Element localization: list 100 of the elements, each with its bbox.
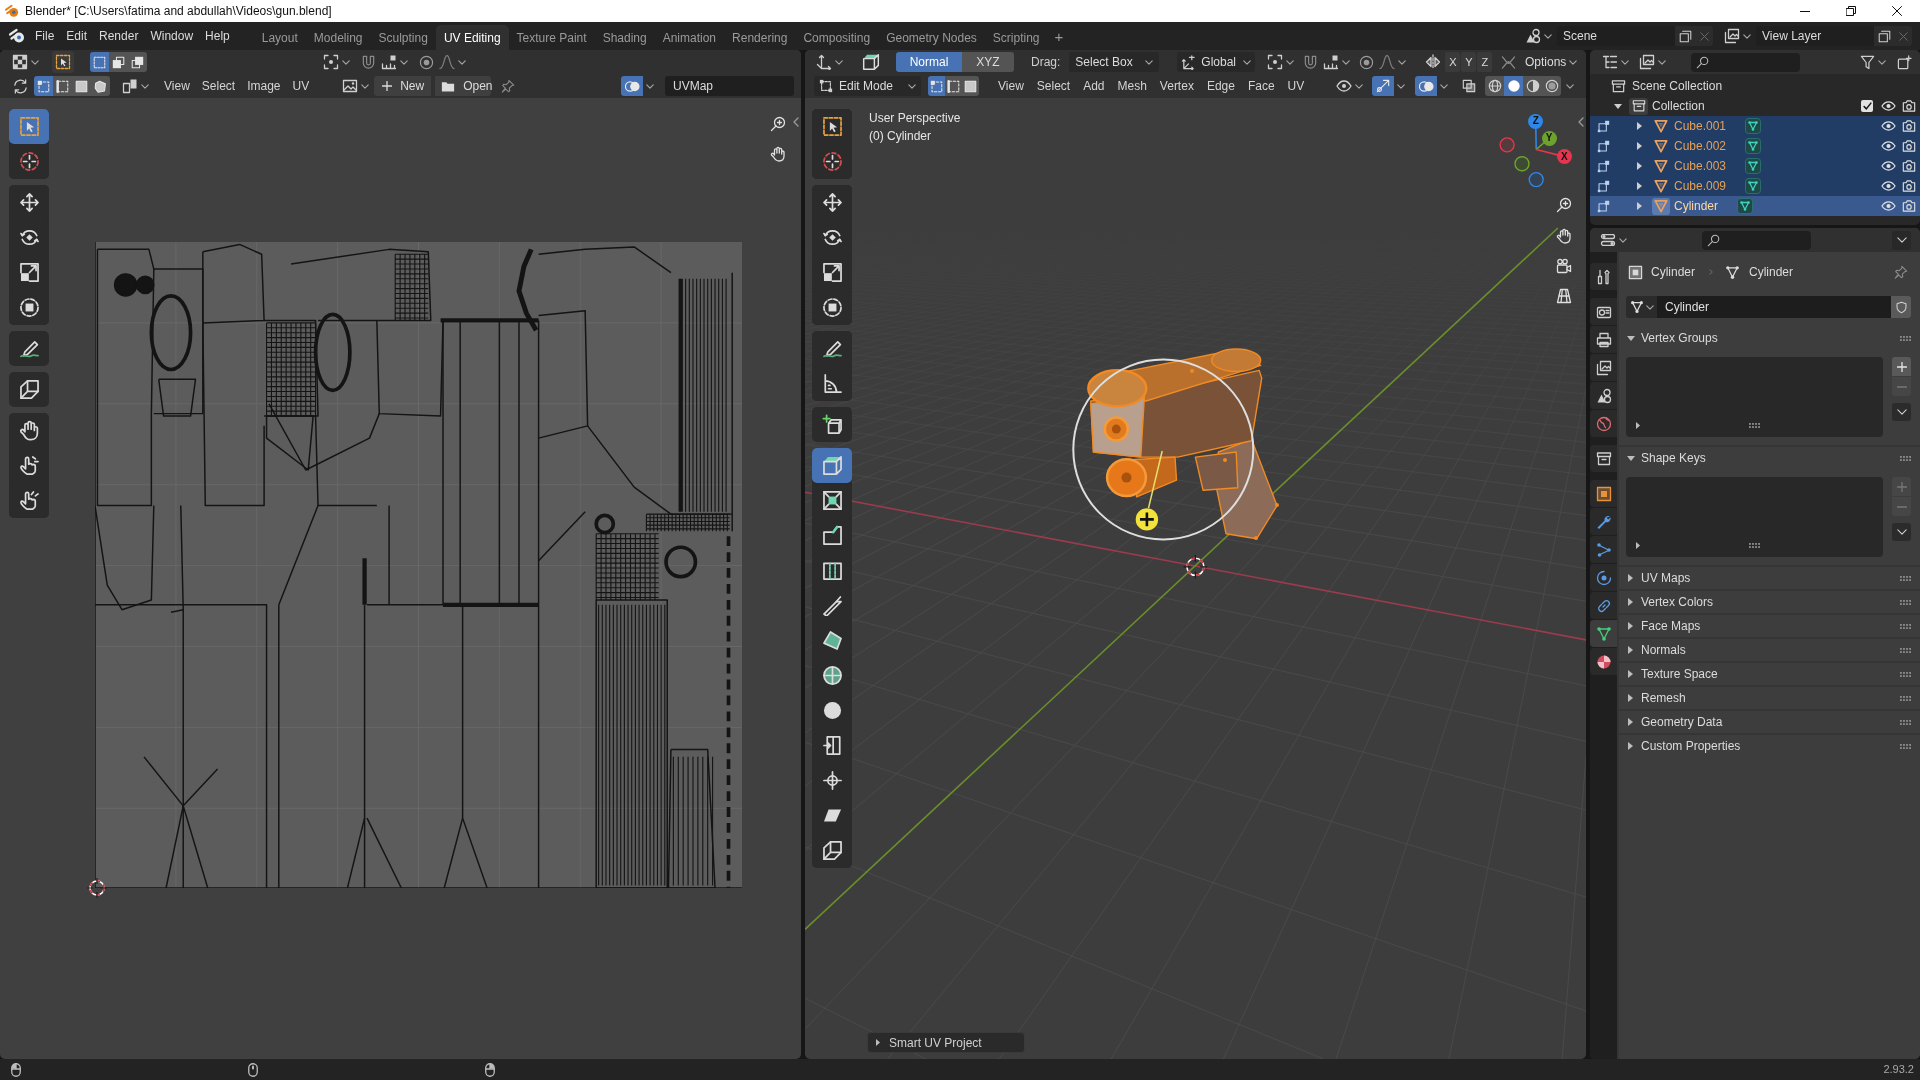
overlay-toggle[interactable] xyxy=(1415,76,1437,96)
shading-mode-button[interactable] xyxy=(1523,76,1542,96)
ring-icon[interactable] xyxy=(1528,171,1544,188)
axis-handle[interactable]: Y xyxy=(1541,130,1557,146)
workspace-tab[interactable]: Texture Paint xyxy=(508,25,595,50)
select-mode-button[interactable] xyxy=(34,76,53,96)
extrude-gizmo[interactable] xyxy=(1072,358,1255,541)
camera-icon[interactable] xyxy=(1902,120,1916,132)
drag-dropdown[interactable]: Select Box xyxy=(1069,52,1160,72)
panel-header[interactable]: Face Maps xyxy=(1619,615,1920,637)
camera-icon[interactable] xyxy=(1902,160,1916,172)
eye-icon[interactable] xyxy=(1881,161,1896,171)
orientation-option[interactable]: XYZ xyxy=(962,52,1014,72)
vertex-square-icon[interactable] xyxy=(1597,159,1610,173)
workspace-tab[interactable]: Sculpting xyxy=(370,25,436,50)
menu-item[interactable]: Image xyxy=(241,76,287,96)
properties-tab[interactable] xyxy=(1590,410,1617,437)
vertex-square-icon[interactable] xyxy=(1597,119,1610,133)
properties-tab[interactable] xyxy=(1590,263,1617,290)
cursor-3d-icon[interactable] xyxy=(1183,554,1208,580)
active-tool-button[interactable] xyxy=(52,51,74,73)
select-mode-button[interactable] xyxy=(109,52,128,72)
properties-tab[interactable] xyxy=(1590,480,1617,507)
panel-header[interactable]: UV Maps xyxy=(1619,567,1920,589)
menu-item[interactable]: Window xyxy=(144,25,200,47)
vertex-square-icon[interactable] xyxy=(1597,199,1610,213)
menu-item[interactable]: View xyxy=(158,76,196,96)
mesh-data-icon[interactable] xyxy=(1745,158,1762,174)
properties-tab[interactable] xyxy=(1590,382,1617,409)
shading-mode-button[interactable] xyxy=(1485,76,1504,96)
orientation-dropdown[interactable]: Global xyxy=(1177,52,1256,72)
panel-header[interactable]: Shape Keys xyxy=(1619,447,1920,469)
select-mode-button[interactable] xyxy=(128,52,147,72)
uv-map-field[interactable]: UVMap xyxy=(665,76,794,96)
workspace-tab[interactable]: Compositing xyxy=(795,25,879,50)
sidebar-toggle[interactable] xyxy=(1578,117,1584,127)
menu-item[interactable]: Mesh xyxy=(1111,76,1153,96)
select-mode-button[interactable] xyxy=(72,76,91,96)
options-dropdown[interactable]: Options xyxy=(1520,52,1582,72)
checkbox[interactable] xyxy=(1861,100,1873,112)
search-field[interactable] xyxy=(1702,230,1811,250)
workspace-tab[interactable]: Modeling xyxy=(305,25,371,50)
panel-header[interactable]: Vertex Groups xyxy=(1619,327,1920,349)
workspace-tab[interactable]: Animation xyxy=(654,25,725,50)
camera-icon[interactable] xyxy=(1902,180,1916,192)
workspace-tab[interactable]: Scripting xyxy=(984,25,1048,50)
mesh-data-icon[interactable] xyxy=(1745,178,1762,194)
axis-handle[interactable]: X xyxy=(1556,149,1572,165)
scene-field[interactable]: Scene xyxy=(1557,26,1675,46)
view-layer-field[interactable]: View Layer xyxy=(1756,26,1874,46)
select-mode-button[interactable] xyxy=(962,76,979,96)
mode-dropdown[interactable]: Edit Mode xyxy=(814,76,921,96)
mirror-axis-button[interactable]: X xyxy=(1445,52,1461,72)
gizmo-toggle[interactable] xyxy=(1372,76,1394,96)
triangle-right-icon[interactable] xyxy=(1637,122,1642,130)
triangle-right-icon[interactable] xyxy=(1637,162,1642,170)
cursor-2d-icon[interactable] xyxy=(87,878,107,898)
properties-tab[interactable] xyxy=(1590,508,1617,535)
select-mode-button[interactable] xyxy=(945,76,962,96)
tool-button[interactable] xyxy=(812,448,852,483)
mesh-name-field[interactable]: Cylinder xyxy=(1657,296,1891,318)
menu-item[interactable]: Face xyxy=(1241,76,1281,96)
workspace-tab[interactable]: Layout xyxy=(253,25,306,50)
panel-header[interactable]: Custom Properties xyxy=(1619,735,1920,757)
specials-button[interactable] xyxy=(1892,523,1911,541)
tool-button[interactable] xyxy=(9,331,49,366)
select-mode-button[interactable] xyxy=(928,76,945,96)
options-button[interactable] xyxy=(1892,230,1911,250)
menu-item[interactable]: Select xyxy=(195,76,242,96)
active-tool-button[interactable] xyxy=(860,51,882,73)
panel-header[interactable]: Vertex Colors xyxy=(1619,591,1920,613)
menu-item[interactable]: Add xyxy=(1077,76,1111,96)
search-field[interactable] xyxy=(1691,52,1800,72)
menu-item[interactable]: Vertex xyxy=(1153,76,1200,96)
falloff-button[interactable] xyxy=(436,52,469,72)
vertex-square-icon[interactable] xyxy=(1597,179,1610,193)
specials-button[interactable] xyxy=(1892,403,1911,421)
open-button[interactable]: Open xyxy=(435,76,492,96)
properties-tab[interactable] xyxy=(1590,536,1617,563)
eye-icon[interactable] xyxy=(1881,181,1896,191)
axis-handle[interactable]: Z xyxy=(1528,113,1544,129)
triangle-right-icon[interactable] xyxy=(1637,202,1642,210)
eye-icon[interactable] xyxy=(1881,201,1896,211)
mirror-axis-button[interactable]: Y xyxy=(1461,52,1477,72)
properties-tab[interactable] xyxy=(1590,620,1617,647)
triangle-right-icon[interactable] xyxy=(1637,142,1642,150)
properties-tab[interactable] xyxy=(1590,298,1617,325)
panel-header[interactable]: Remesh xyxy=(1619,687,1920,709)
copy-button[interactable] xyxy=(1874,26,1894,46)
properties-tab[interactable] xyxy=(1590,354,1617,381)
overlay-toggle[interactable] xyxy=(621,76,643,96)
add-button[interactable] xyxy=(1892,357,1911,376)
menu-item[interactable]: UV xyxy=(1281,76,1311,96)
panel-header[interactable]: Normals xyxy=(1619,639,1920,661)
triangle-right-icon[interactable] xyxy=(1637,182,1642,190)
menu-item[interactable]: UV xyxy=(286,76,316,96)
ring-icon[interactable] xyxy=(1514,156,1530,172)
last-operator-panel[interactable]: Smart UV Project xyxy=(867,1032,1025,1053)
mirror-axis-button[interactable]: Z xyxy=(1477,52,1493,72)
eye-icon[interactable] xyxy=(1881,101,1896,111)
